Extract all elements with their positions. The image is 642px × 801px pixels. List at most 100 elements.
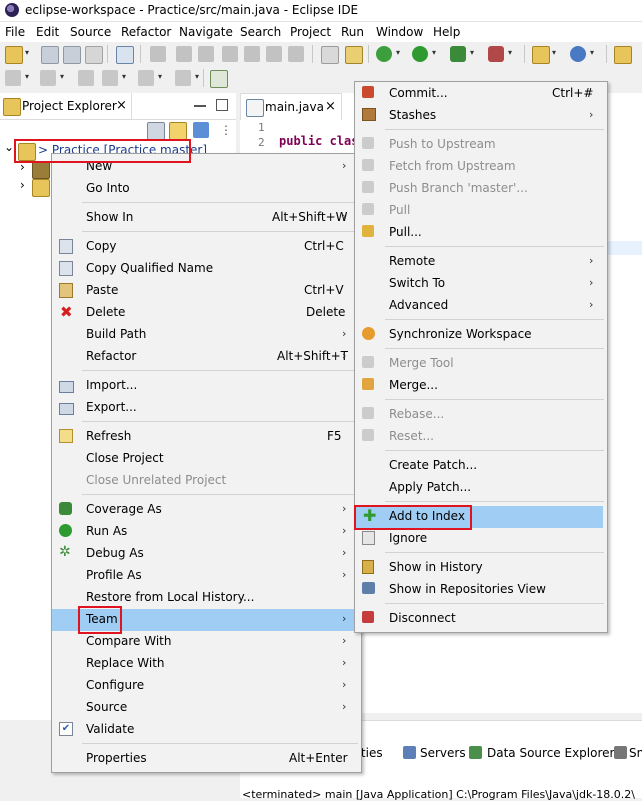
tree-expand-icon[interactable]: ⌄: [4, 140, 14, 154]
menu-item-new[interactable]: New ›: [52, 156, 361, 178]
new-class-icon[interactable]: [570, 46, 586, 62]
menu-project[interactable]: Project: [290, 25, 331, 39]
menu-item-add-to-index[interactable]: ✚ Add to Index: [355, 506, 603, 528]
save-all-icon[interactable]: [63, 46, 81, 64]
menu-item-switch-to[interactable]: Switch To ›: [355, 273, 607, 295]
menu-item-create-patch[interactable]: Create Patch...: [355, 455, 607, 477]
run-dropdown-icon[interactable]: ▾: [432, 48, 436, 57]
menu-item-compare-with[interactable]: Compare With ›: [52, 631, 361, 653]
menu-search[interactable]: Search: [240, 25, 281, 39]
menu-item-remote[interactable]: Remote ›: [355, 251, 607, 273]
disconnect-icon[interactable]: [222, 46, 238, 62]
menu-item-close-project[interactable]: Close Project: [52, 448, 361, 470]
menu-navigate[interactable]: Navigate: [179, 25, 233, 39]
tab-servers[interactable]: Servers: [420, 746, 466, 760]
view-menu-icon[interactable]: ⋮: [220, 123, 232, 137]
menu-item-apply-patch[interactable]: Apply Patch...: [355, 477, 607, 499]
menu-item-import[interactable]: Import...: [52, 375, 361, 397]
print-icon[interactable]: [85, 46, 103, 64]
menu-file[interactable]: File: [5, 25, 25, 39]
forward-dropdown-icon[interactable]: ▾: [158, 72, 162, 81]
tree-collapse-icon[interactable]: ›: [20, 160, 25, 174]
run-icon[interactable]: [412, 46, 428, 62]
menu-item-replace-with[interactable]: Replace With ›: [52, 653, 361, 675]
menu-item-advanced[interactable]: Advanced ›: [355, 295, 607, 317]
menu-item-export[interactable]: Export...: [52, 397, 361, 419]
last-edit-location-icon[interactable]: [78, 70, 94, 86]
menu-item-show-in[interactable]: Show In Alt+Shift+W ›: [52, 207, 361, 229]
menu-item-fetch-from-upstream[interactable]: Fetch from Upstream: [355, 156, 607, 178]
maximize-icon[interactable]: [216, 99, 228, 111]
next-annotation-icon[interactable]: [5, 70, 21, 86]
menu-item-merge-tool[interactable]: Merge Tool: [355, 353, 607, 375]
menu-item-stashes[interactable]: Stashes ›: [355, 105, 607, 127]
back-icon[interactable]: [102, 70, 118, 86]
menu-item-run-as[interactable]: Run As ›: [52, 521, 361, 543]
menu-source[interactable]: Source: [70, 25, 111, 39]
next-annotation-dropdown-icon[interactable]: ▾: [25, 72, 29, 81]
resume-icon[interactable]: [176, 46, 192, 62]
menu-item-go-into[interactable]: Go Into: [52, 178, 361, 200]
menu-item-delete[interactable]: ✖ Delete Delete: [52, 302, 361, 324]
code-line[interactable]: public clas: [279, 134, 358, 148]
external-tools-icon[interactable]: [488, 46, 504, 62]
menu-edit[interactable]: Edit: [36, 25, 59, 39]
minimize-icon[interactable]: [194, 105, 206, 107]
menu-item-paste[interactable]: Paste Ctrl+V: [52, 280, 361, 302]
menu-item-profile-as[interactable]: Profile As ›: [52, 565, 361, 587]
collapse-all-icon[interactable]: [147, 122, 165, 140]
task-list-icon[interactable]: [321, 46, 339, 64]
step-over-icon[interactable]: [266, 46, 282, 62]
menu-run[interactable]: Run: [341, 25, 364, 39]
menu-item-copy[interactable]: Copy Ctrl+C: [52, 236, 361, 258]
coverage-dropdown-icon[interactable]: ▾: [470, 48, 474, 57]
menu-item-show-in-repositories-view[interactable]: Show in Repositories View: [355, 579, 607, 601]
menu-item-copy-qualified-name[interactable]: Copy Qualified Name: [52, 258, 361, 280]
terminate-icon[interactable]: [198, 46, 214, 62]
menu-item-validate[interactable]: ✔ Validate: [52, 719, 361, 741]
close-icon[interactable]: ×: [325, 99, 336, 114]
step-into-icon[interactable]: [244, 46, 260, 62]
menu-window[interactable]: Window: [376, 25, 423, 39]
new-dropdown-icon[interactable]: ▾: [25, 48, 29, 57]
open-type-icon[interactable]: [116, 46, 134, 64]
back-dropdown-icon[interactable]: ▾: [122, 72, 126, 81]
menu-item-restore-from-local-history[interactable]: Restore from Local History...: [52, 587, 361, 609]
menu-item-properties[interactable]: Properties Alt+Enter: [52, 748, 361, 770]
close-icon[interactable]: ×: [116, 98, 127, 113]
new-java-project-icon[interactable]: [532, 46, 550, 64]
menu-item-refactor[interactable]: Refactor Alt+Shift+T ›: [52, 346, 361, 368]
step-return-icon[interactable]: [288, 46, 304, 62]
menu-item-debug-as[interactable]: ✲ Debug As ›: [52, 543, 361, 565]
menu-item-source[interactable]: Source ›: [52, 697, 361, 719]
menu-refactor[interactable]: Refactor: [121, 25, 171, 39]
new-icon[interactable]: [5, 46, 23, 64]
menu-item-rebase[interactable]: Rebase...: [355, 404, 607, 426]
menu-item-coverage-as[interactable]: Coverage As ›: [52, 499, 361, 521]
forward-icon[interactable]: [138, 70, 154, 86]
menu-item-configure[interactable]: Configure ›: [52, 675, 361, 697]
external-tools-dropdown-icon[interactable]: ▾: [508, 48, 512, 57]
tab-project-explorer[interactable]: Project Explorer ×: [0, 93, 132, 119]
menu-item-build-path[interactable]: Build Path ›: [52, 324, 361, 346]
menu-item-close-unrelated-project[interactable]: Close Unrelated Project: [52, 470, 361, 492]
debug-dropdown-icon[interactable]: ▾: [396, 48, 400, 57]
menu-item-disconnect[interactable]: Disconnect: [355, 608, 607, 630]
menu-item-refresh[interactable]: Refresh F5: [52, 426, 361, 448]
previous-annotation-dropdown-icon[interactable]: ▾: [60, 72, 64, 81]
tab-data-source-explorer[interactable]: Data Source Explorer: [487, 746, 614, 760]
tab-snippets[interactable]: Sn: [629, 746, 642, 760]
use-step-filters-icon[interactable]: [345, 46, 363, 64]
coverage-icon[interactable]: [450, 46, 466, 62]
menu-item-synchronize-workspace[interactable]: Synchronize Workspace: [355, 324, 607, 346]
menu-item-show-in-history[interactable]: Show in History: [355, 557, 607, 579]
menu-help[interactable]: Help: [433, 25, 460, 39]
filter-icon[interactable]: [193, 122, 209, 138]
forward-history-dropdown-icon[interactable]: ▾: [195, 72, 199, 81]
new-java-project-dropdown-icon[interactable]: ▾: [552, 48, 556, 57]
menu-item-pull-dialog[interactable]: Pull...: [355, 222, 607, 244]
menu-item-push-branch[interactable]: Push Branch 'master'...: [355, 178, 607, 200]
link-with-editor-icon[interactable]: [169, 122, 187, 140]
menu-item-team[interactable]: Team ›: [52, 609, 361, 631]
menu-item-reset[interactable]: Reset...: [355, 426, 607, 448]
